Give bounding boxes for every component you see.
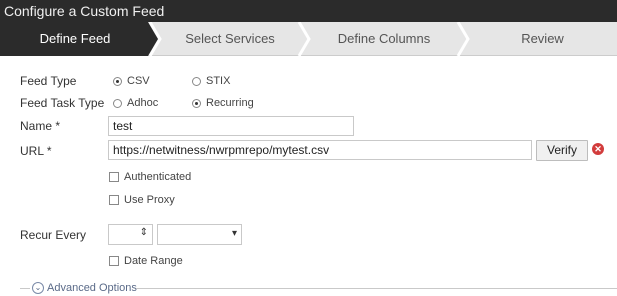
feed-type-label: Feed Type <box>20 74 77 88</box>
checkbox-box-icon <box>109 172 119 182</box>
error-circle-icon: ✕ <box>592 143 604 155</box>
step-define-columns[interactable]: Define Columns <box>309 22 459 56</box>
recur-every-number-stepper[interactable]: ⇕ <box>108 224 153 245</box>
url-label: URL * <box>20 144 52 158</box>
name-label: Name * <box>20 119 61 133</box>
checkbox-box-icon <box>109 256 119 266</box>
authenticated-label: Authenticated <box>124 171 192 183</box>
radio-csv-label: CSV <box>127 75 150 87</box>
define-feed-form: Feed Type CSV STIX Feed Task Type Adhoc … <box>0 56 617 296</box>
advanced-options-label: Advanced Options <box>47 282 137 294</box>
stepper-updown-icon: ⇕ <box>139 227 148 238</box>
step-define-feed[interactable]: Define Feed <box>0 22 150 56</box>
name-input[interactable]: test <box>108 116 354 136</box>
step-review[interactable]: Review <box>468 22 617 56</box>
authenticated-checkbox[interactable]: Authenticated <box>109 171 191 183</box>
dialog-title: Configure a Custom Feed <box>0 0 617 22</box>
use-proxy-checkbox[interactable]: Use Proxy <box>109 194 175 206</box>
radio-stix-label: STIX <box>206 75 231 87</box>
divider-line <box>136 288 617 289</box>
radio-adhoc[interactable]: Adhoc <box>113 97 158 109</box>
chevron-down-circle-icon: ⌄ <box>32 282 44 294</box>
radio-recurring-label: Recurring <box>206 97 254 109</box>
step-separator <box>297 22 311 56</box>
radio-adhoc-label: Adhoc <box>127 97 159 109</box>
radio-csv[interactable]: CSV <box>113 75 150 87</box>
radio-dot-icon <box>113 98 122 108</box>
date-range-checkbox[interactable]: Date Range <box>109 255 183 267</box>
step-separator <box>456 22 470 56</box>
use-proxy-label: Use Proxy <box>124 194 175 206</box>
recur-every-unit-select[interactable]: ▾ <box>157 224 242 245</box>
chevron-down-icon: ▾ <box>231 228 237 239</box>
radio-stix[interactable]: STIX <box>192 75 230 87</box>
feed-task-type-label: Feed Task Type <box>20 96 105 110</box>
radio-recurring[interactable]: Recurring <box>192 97 254 109</box>
date-range-label: Date Range <box>124 255 183 267</box>
verify-button[interactable]: Verify <box>536 140 588 161</box>
wizard-steps: Define Feed Select Services Define Colum… <box>0 22 617 56</box>
radio-dot-icon <box>192 76 201 86</box>
radio-dot-icon <box>113 76 122 86</box>
step-select-services[interactable]: Select Services <box>160 22 300 56</box>
advanced-options-toggle[interactable]: ⌄ Advanced Options <box>20 281 617 295</box>
divider-line <box>20 288 30 289</box>
recur-every-label: Recur Every <box>20 228 87 242</box>
url-input[interactable]: https://netwitness/nwrpmrepo/mytest.csv <box>108 140 532 160</box>
radio-dot-icon <box>192 98 201 108</box>
checkbox-box-icon <box>109 195 119 205</box>
